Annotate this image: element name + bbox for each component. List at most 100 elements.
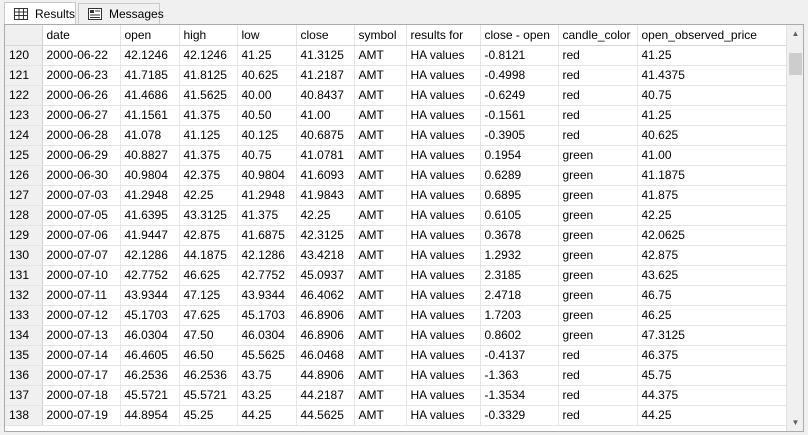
table-cell[interactable]: 2000-06-23 [42,65,121,86]
column-header[interactable]: candle_color [558,25,638,46]
table-row[interactable]: 137 2000-07-18 45.5721 45.5721 43.25 44.2187 A… [5,385,788,406]
table-row[interactable]: 128 2000-07-05 41.6395 43.3125 41.375 42.25 AM… [5,205,788,226]
table-cell[interactable]: 42.1246 [179,45,238,66]
table-cell[interactable]: 45.25 [179,405,238,426]
table-cell[interactable]: HA values [406,305,481,326]
table-cell[interactable]: 41.3125 [296,45,355,66]
table-cell[interactable]: 2000-07-07 [42,245,121,266]
table-cell[interactable]: 41.875 [637,185,788,206]
tab-messages[interactable]: Messages [78,3,164,24]
table-cell[interactable]: red [558,65,638,86]
table-row[interactable]: 130 2000-07-07 42.1286 44.1875 42.1286 43.421… [5,245,788,266]
row-number[interactable]: 135 [5,345,43,366]
table-cell[interactable]: 43.75 [237,365,297,386]
table-cell[interactable]: AMT [354,305,407,326]
table-cell[interactable]: 41.8125 [179,65,238,86]
row-number[interactable]: 134 [5,325,43,346]
row-number[interactable]: 129 [5,225,43,246]
table-cell[interactable]: 43.9344 [120,285,180,306]
table-cell[interactable]: red [558,345,638,366]
table-cell[interactable]: 41.375 [179,105,238,126]
table-cell[interactable]: 46.2536 [179,365,238,386]
table-cell[interactable]: 43.625 [637,265,788,286]
table-cell[interactable]: 40.9804 [120,165,180,186]
table-cell[interactable]: 47.125 [179,285,238,306]
table-cell[interactable]: HA values [406,185,481,206]
table-cell[interactable]: AMT [354,65,407,86]
table-cell[interactable]: green [558,225,638,246]
row-number[interactable]: 138 [5,405,43,426]
table-cell[interactable]: -0.3905 [480,125,559,146]
table-cell[interactable]: red [558,405,638,426]
table-row[interactable]: 136 2000-07-17 46.2536 46.2536 43.75 44.8906 A… [5,365,788,386]
table-cell[interactable]: green [558,265,638,286]
table-cell[interactable]: 44.25 [637,405,788,426]
table-cell[interactable]: HA values [406,405,481,426]
table-cell[interactable]: 41.2948 [237,185,297,206]
row-number[interactable]: 126 [5,165,43,186]
table-cell[interactable]: 44.1875 [179,245,238,266]
scroll-down-icon[interactable]: ▼ [787,414,803,431]
table-cell[interactable]: green [558,325,638,346]
table-cell[interactable]: AMT [354,265,407,286]
table-cell[interactable]: 46.2536 [120,365,180,386]
table-cell[interactable]: 41.25 [237,45,297,66]
scroll-up-icon[interactable]: ▲ [787,25,803,42]
table-cell[interactable]: 41.2948 [120,185,180,206]
table-cell[interactable]: -0.1561 [480,105,559,126]
table-cell[interactable]: 46.75 [637,285,788,306]
table-cell[interactable]: 43.25 [237,385,297,406]
table-cell[interactable]: 0.3678 [480,225,559,246]
table-row[interactable]: 126 2000-06-30 40.9804 42.375 40.9804 41.6093… [5,165,788,186]
table-cell[interactable]: 42.7752 [120,265,180,286]
table-cell[interactable]: 2000-07-19 [42,405,121,426]
table-cell[interactable]: 40.00 [237,85,297,106]
table-cell[interactable]: 41.078 [120,125,180,146]
table-cell[interactable]: 41.5625 [179,85,238,106]
table-cell[interactable]: 40.9804 [237,165,297,186]
table-cell[interactable]: HA values [406,125,481,146]
table-row[interactable]: 129 2000-07-06 41.9447 42.875 41.6875 42.3125… [5,225,788,246]
table-cell[interactable]: 46.0304 [120,325,180,346]
column-header[interactable]: close [296,25,355,46]
table-cell[interactable]: 44.8954 [120,405,180,426]
table-cell[interactable]: AMT [354,145,407,166]
table-cell[interactable]: 46.0304 [237,325,297,346]
table-cell[interactable]: 41.00 [637,145,788,166]
table-cell[interactable]: HA values [406,365,481,386]
table-cell[interactable]: HA values [406,325,481,346]
table-cell[interactable]: 2000-07-11 [42,285,121,306]
table-cell[interactable]: 40.75 [237,145,297,166]
table-cell[interactable]: AMT [354,125,407,146]
table-cell[interactable]: 41.6395 [120,205,180,226]
table-cell[interactable]: -0.3329 [480,405,559,426]
table-cell[interactable]: HA values [406,145,481,166]
table-cell[interactable]: 42.1286 [120,245,180,266]
row-number[interactable]: 128 [5,205,43,226]
vertical-scrollbar[interactable]: ▲ ▼ [786,25,803,431]
table-cell[interactable]: red [558,125,638,146]
table-cell[interactable]: AMT [354,85,407,106]
table-cell[interactable]: 46.8906 [296,305,355,326]
row-number[interactable]: 132 [5,285,43,306]
table-cell[interactable]: HA values [406,245,481,266]
column-header[interactable]: low [237,25,297,46]
table-cell[interactable]: HA values [406,225,481,246]
table-cell[interactable]: 44.5625 [296,405,355,426]
table-cell[interactable]: 42.375 [179,165,238,186]
table-cell[interactable]: 47.50 [179,325,238,346]
table-cell[interactable]: 41.375 [237,205,297,226]
row-number[interactable]: 130 [5,245,43,266]
table-cell[interactable]: 41.7185 [120,65,180,86]
table-cell[interactable]: 2000-06-28 [42,125,121,146]
row-number[interactable]: 136 [5,365,43,386]
row-number[interactable]: 125 [5,145,43,166]
table-cell[interactable]: 41.4375 [637,65,788,86]
table-cell[interactable]: 2000-07-05 [42,205,121,226]
table-row[interactable]: 135 2000-07-14 46.4605 46.50 45.5625 46.0468 A… [5,345,788,366]
table-cell[interactable]: 46.4062 [296,285,355,306]
column-header[interactable]: date [42,25,121,46]
table-cell[interactable]: 2000-07-10 [42,265,121,286]
row-number-header[interactable] [5,25,43,46]
row-number[interactable]: 123 [5,105,43,126]
